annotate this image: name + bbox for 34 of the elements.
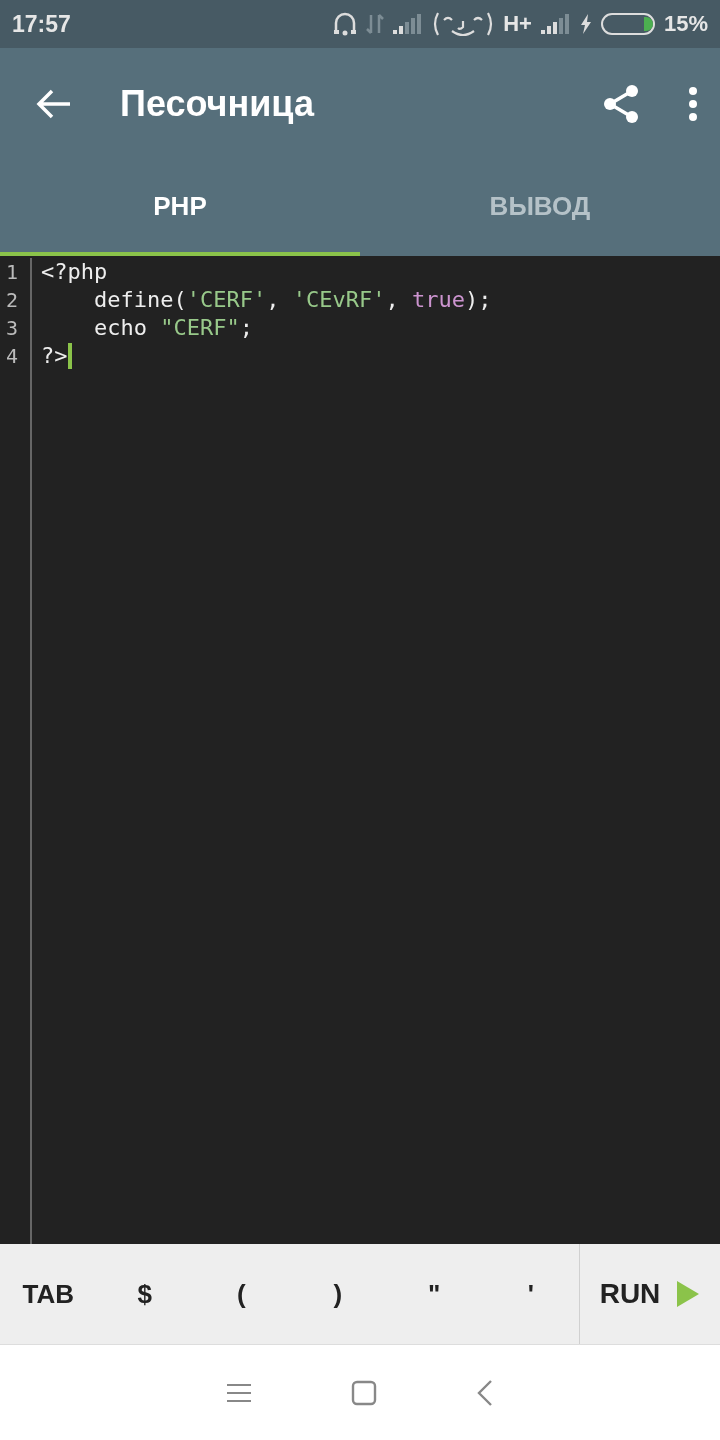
data-arrows-icon (366, 13, 385, 35)
headphones-icon (333, 11, 358, 37)
code-line: define('CERF', 'CEvRF', true); (92, 286, 492, 314)
back-button[interactable] (36, 88, 72, 120)
key-button[interactable]: TAB (0, 1244, 97, 1344)
line-number: 3 (5, 315, 20, 342)
code-editor[interactable]: 1 2 3 4 <?php define('CERF', 'CEvRF', true); echo "CERF"; ?> (0, 256, 720, 1244)
code-line: echo "CERF"; (92, 314, 253, 342)
play-icon (676, 1280, 701, 1308)
more-options-button[interactable] (688, 87, 698, 121)
charging-bolt-icon (579, 14, 592, 34)
network-type: H+ (503, 11, 532, 37)
key-button[interactable]: ) (289, 1244, 386, 1344)
share-button[interactable] (602, 84, 640, 124)
key-button[interactable]: $ (96, 1244, 193, 1344)
signal-icon (540, 14, 571, 34)
signal-icon (393, 14, 424, 34)
code-line: <?php (41, 258, 108, 286)
home-button-icon[interactable] (351, 1379, 377, 1406)
key-button[interactable]: ' (482, 1244, 579, 1344)
emoticon-icon (432, 11, 495, 37)
app-title: Песочница (120, 83, 316, 125)
line-number: 2 (5, 287, 20, 314)
battery-icon (600, 13, 655, 35)
status-time: 17:57 (12, 10, 71, 38)
line-number: 1 (5, 259, 20, 286)
menu-icon[interactable] (227, 1382, 251, 1403)
code-line: ?> (41, 342, 68, 370)
back-nav-icon[interactable] (477, 1379, 493, 1406)
key-button[interactable]: ( (193, 1244, 290, 1344)
battery-percentage: 15% (663, 11, 708, 37)
key-button[interactable]: " (386, 1244, 483, 1344)
run-button[interactable]: RUN (580, 1244, 720, 1344)
line-number: 4 (5, 343, 20, 370)
